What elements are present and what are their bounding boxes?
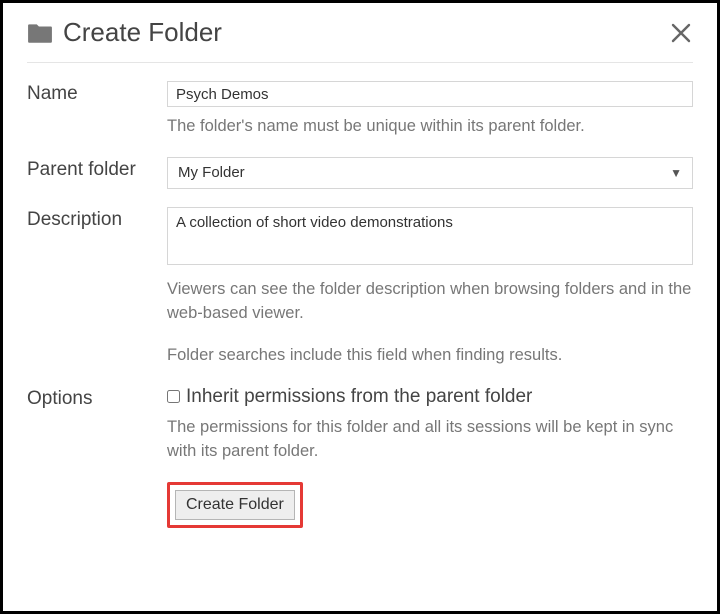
options-row: Options Inherit permissions from the par… [27,386,693,528]
create-folder-dialog: Create Folder Name The folder's name mus… [3,3,717,570]
inherit-permissions-hint: The permissions for this folder and all … [167,416,693,464]
description-hint-1: Viewers can see the folder description w… [167,278,693,326]
inherit-permissions-checkbox[interactable] [167,390,180,403]
description-input[interactable] [167,207,693,265]
chevron-down-icon: ▼ [670,166,682,180]
name-label: Name [27,81,167,105]
highlight-annotation: Create Folder [167,482,303,528]
dialog-title: Create Folder [63,17,669,48]
description-label: Description [27,207,167,231]
parent-folder-label: Parent folder [27,157,167,181]
folder-icon [27,22,53,44]
name-row: Name The folder's name must be unique wi… [27,81,693,139]
parent-folder-row: Parent folder My Folder ▼ [27,157,693,189]
inherit-permissions-label: Inherit permissions from the parent fold… [186,386,532,408]
create-folder-button[interactable]: Create Folder [175,490,295,520]
parent-folder-value: My Folder [178,164,245,181]
name-hint: The folder's name must be unique within … [167,115,693,139]
parent-folder-select[interactable]: My Folder ▼ [167,157,693,189]
close-button[interactable] [669,21,693,45]
name-input[interactable] [167,81,693,107]
options-label: Options [27,386,167,410]
dialog-header: Create Folder [27,17,693,63]
close-icon [669,21,693,45]
description-row: Description Viewers can see the folder d… [27,207,693,368]
description-hint-2: Folder searches include this field when … [167,344,693,368]
